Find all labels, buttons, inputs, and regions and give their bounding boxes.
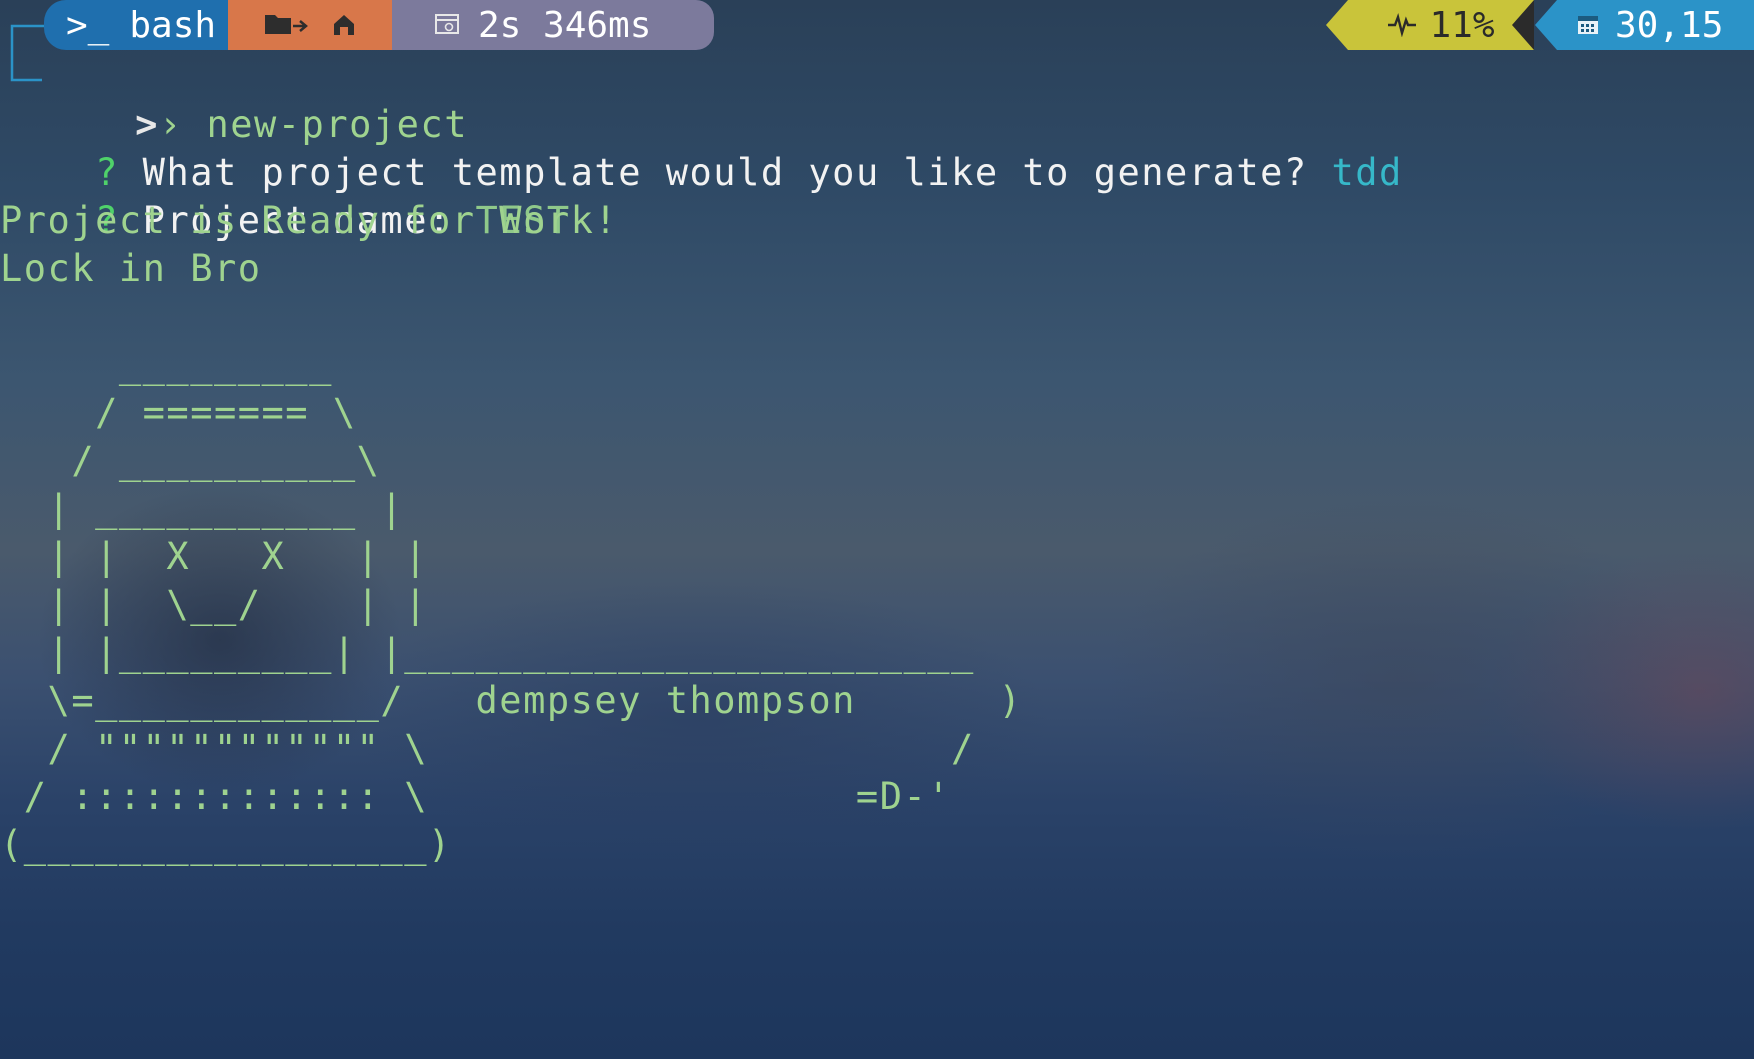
exec-time: 2s 346ms — [478, 4, 652, 46]
ascii-art-line: _________ — [0, 343, 333, 386]
calendar-icon — [1575, 5, 1601, 46]
date-segment: 30,15 — [1557, 0, 1754, 50]
stopwatch-icon — [434, 5, 460, 46]
exec-time-segment: 2s 346ms — [392, 0, 696, 50]
lock-in-message: Lock in Bro — [0, 247, 262, 290]
ready-message: Project is Ready for Work! — [0, 199, 619, 242]
ascii-art-line: / ======= \ — [0, 391, 357, 434]
ascii-art-line: (_________________) — [0, 823, 452, 866]
pulse-icon — [1387, 5, 1417, 46]
home-icon — [331, 5, 357, 46]
ascii-art-line: | ___________ | — [0, 487, 405, 530]
time-segment-cap — [696, 0, 714, 50]
ascii-art-line: / """""""""""" \ / — [0, 727, 975, 770]
question-answer: tdd — [1331, 151, 1403, 194]
shell-name: bash — [129, 4, 217, 46]
path-segment — [228, 0, 392, 50]
ascii-art-line: | |_________| |________________________ — [0, 631, 975, 674]
ascii-art-line: \=____________/ dempsey thompson ) — [0, 679, 1023, 722]
cpu-segment: 11% — [1348, 0, 1534, 50]
ascii-art-line: | | \__/ | | — [0, 583, 428, 626]
terminal-window[interactable]: >_ bash 2s 346ms 11% 30,15 >› new-projec… — [0, 0, 1754, 1059]
folder-arrow-icon — [263, 5, 311, 46]
shell-segment: >_ bash — [66, 0, 228, 50]
cpu-usage: 11% — [1429, 4, 1495, 46]
ascii-art-line: / ::::::::::::: \ =D-' — [0, 775, 952, 818]
segment-separator — [1535, 0, 1557, 50]
segment-separator — [1326, 0, 1348, 50]
date-value: 30,15 — [1615, 4, 1724, 46]
ascii-art-line: | | X X | | — [0, 535, 428, 578]
segment-separator — [1512, 0, 1534, 50]
ascii-art-line: / __________\ — [0, 439, 381, 482]
terminal-icon: >_ — [66, 4, 110, 46]
